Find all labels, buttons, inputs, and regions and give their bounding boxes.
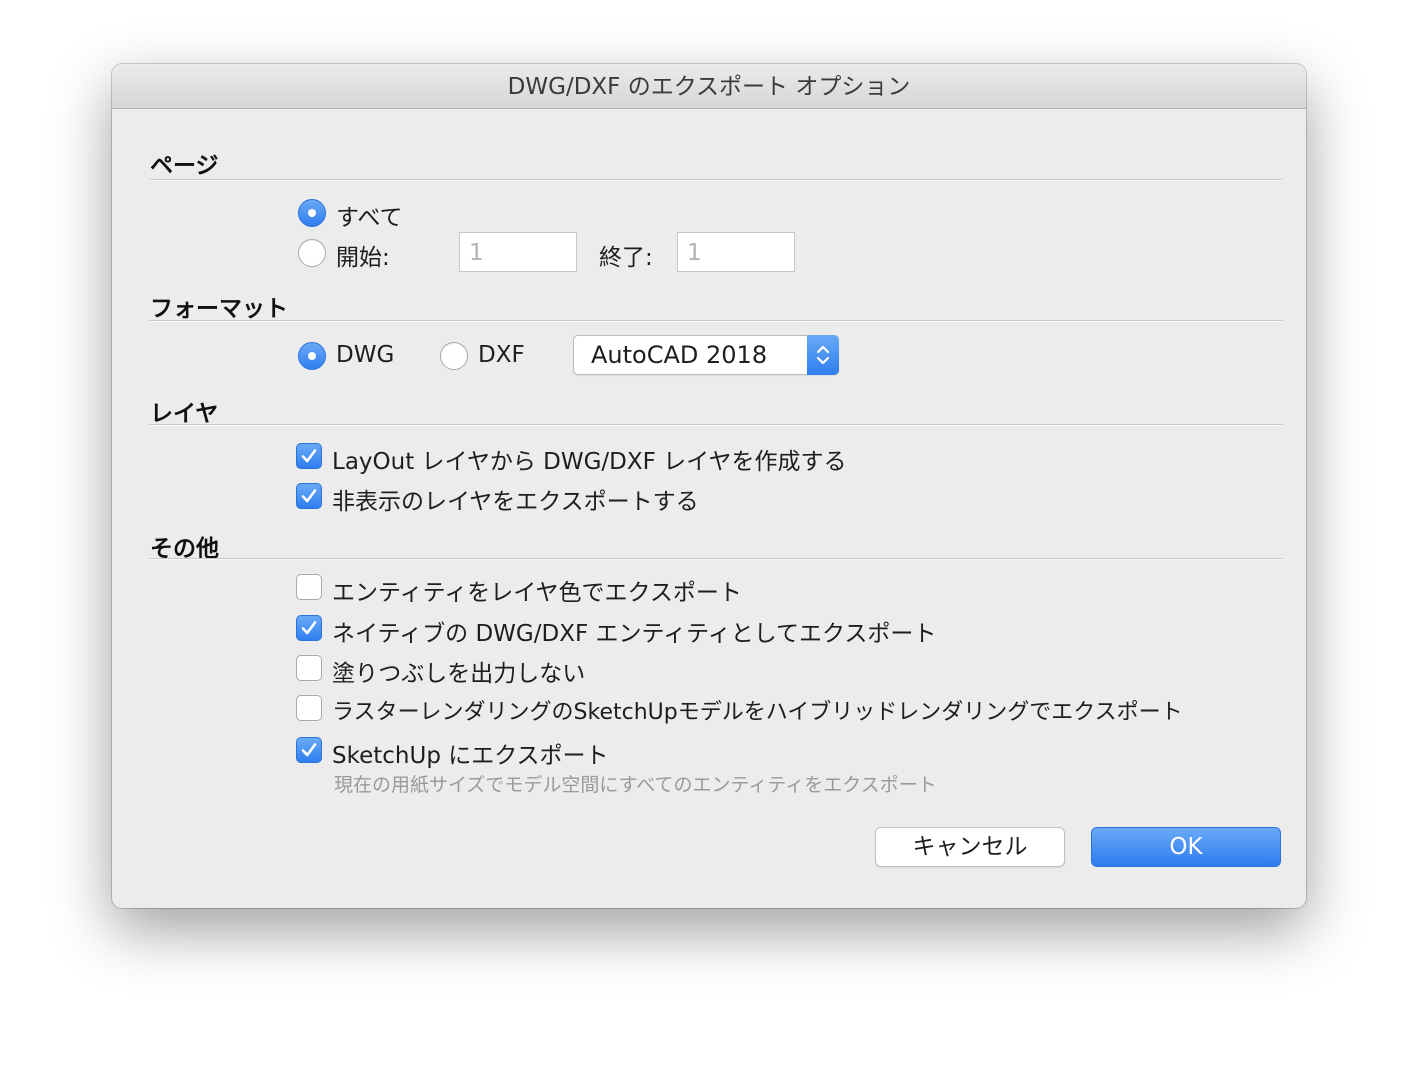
pages-all-label: すべて	[336, 205, 403, 231]
native-entities-label: ネイティブの DWG/DXF エンティティとしてエクスポート	[332, 621, 937, 647]
ok-button[interactable]: OK	[1091, 827, 1281, 867]
format-dxf-label: DXF	[478, 342, 525, 368]
export-hidden-layers-checkbox[interactable]	[296, 483, 322, 509]
format-dxf-radio[interactable]	[440, 342, 468, 370]
no-fill-label: 塗りつぶしを出力しない	[332, 661, 586, 687]
pages-all-radio[interactable]	[298, 199, 326, 227]
hybrid-render-checkbox[interactable]	[296, 695, 322, 721]
pages-section-title: ページ	[150, 153, 219, 179]
format-dwg-radio[interactable]	[298, 342, 326, 370]
pages-end-label: 終了:	[599, 245, 653, 271]
checkmark-icon	[301, 449, 317, 463]
create-layers-checkbox[interactable]	[296, 443, 322, 469]
checkmark-icon	[301, 621, 317, 635]
layer-color-label: エンティティをレイヤ色でエクスポート	[332, 580, 742, 606]
checkmark-icon	[301, 743, 317, 757]
layers-section-title: レイヤ	[150, 401, 219, 427]
checkmark-icon	[301, 489, 317, 503]
export-sketchup-label: SketchUp にエクスポート	[332, 743, 609, 769]
autocad-version-value: AutoCAD 2018	[591, 341, 768, 369]
layer-color-checkbox[interactable]	[296, 574, 322, 600]
dialog-title: DWG/DXF のエクスポート オプション	[112, 64, 1306, 109]
export-sketchup-checkbox[interactable]	[296, 737, 322, 763]
pages-end-field[interactable]: 1	[677, 232, 795, 272]
create-layers-label: LayOut レイヤから DWG/DXF レイヤを作成する	[332, 449, 847, 475]
pages-section-divider	[150, 179, 1282, 181]
no-fill-checkbox[interactable]	[296, 655, 322, 681]
export-sketchup-description: 現在の用紙サイズでモデル空間にすべてのエンティティをエクスポート	[334, 774, 937, 796]
pages-start-label: 開始:	[336, 245, 390, 271]
other-section-divider	[150, 558, 1282, 560]
format-section-divider	[150, 320, 1282, 322]
layers-section-divider	[150, 424, 1282, 426]
export-hidden-layers-label: 非表示のレイヤをエクスポートする	[332, 489, 699, 515]
pages-start-field[interactable]: 1	[459, 232, 577, 272]
cancel-button[interactable]: キャンセル	[875, 827, 1065, 867]
pages-range-radio[interactable]	[298, 239, 326, 267]
autocad-version-popup[interactable]: AutoCAD 2018	[573, 335, 839, 375]
popup-stepper-icon	[807, 335, 839, 375]
format-dwg-label: DWG	[336, 342, 395, 368]
hybrid-render-label: ラスターレンダリングのSketchUpモデルをハイブリッドレンダリングでエクスポ…	[332, 700, 1183, 725]
native-entities-checkbox[interactable]	[296, 615, 322, 641]
export-options-dialog: DWG/DXF のエクスポート オプション ページ すべて 開始: 1 終了: …	[112, 64, 1306, 908]
format-section-title: フォーマット	[150, 296, 288, 322]
